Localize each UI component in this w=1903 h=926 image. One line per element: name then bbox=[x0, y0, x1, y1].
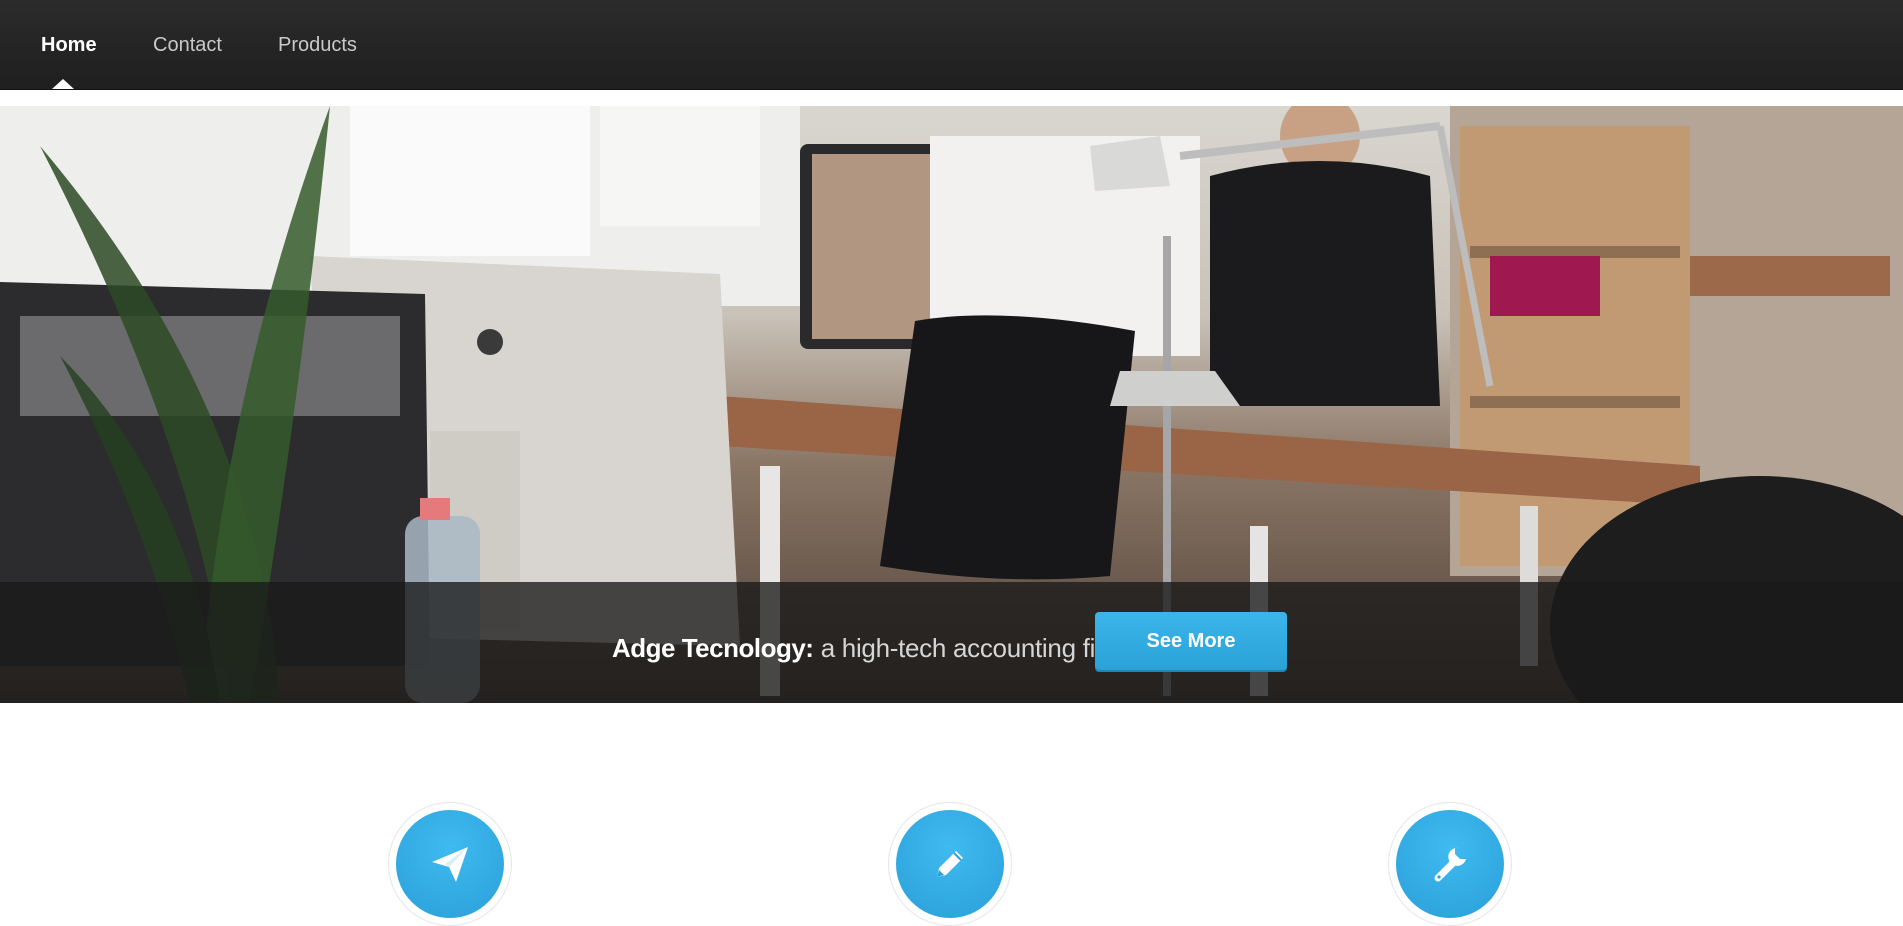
top-navbar: Home Contact Products bbox=[0, 0, 1903, 89]
nav-home-link[interactable]: Home bbox=[41, 30, 97, 60]
hero-tagline: a high-tech accounting firm bbox=[820, 633, 1125, 663]
feature-edit-badge bbox=[896, 810, 1004, 918]
feature-send-badge bbox=[396, 810, 504, 918]
feature-send[interactable] bbox=[388, 802, 512, 926]
hero-banner: Adge Tecnology: a high-tech accounting f… bbox=[0, 106, 1903, 703]
active-indicator-caret bbox=[52, 79, 74, 89]
feature-tools[interactable] bbox=[1388, 802, 1512, 926]
pencil-icon bbox=[937, 851, 963, 877]
see-more-button[interactable]: See More bbox=[1095, 612, 1287, 670]
nav-products-link[interactable]: Products bbox=[278, 30, 357, 60]
feature-tools-badge bbox=[1396, 810, 1504, 918]
hero-brand: Adge Tecnology: bbox=[612, 633, 814, 663]
paper-plane-icon bbox=[432, 847, 468, 882]
wrench-icon bbox=[1434, 847, 1466, 882]
hero-headline: Adge Tecnology: a high-tech accounting f… bbox=[612, 628, 1125, 668]
feature-edit[interactable] bbox=[888, 802, 1012, 926]
nav-contact-link[interactable]: Contact bbox=[153, 30, 222, 60]
